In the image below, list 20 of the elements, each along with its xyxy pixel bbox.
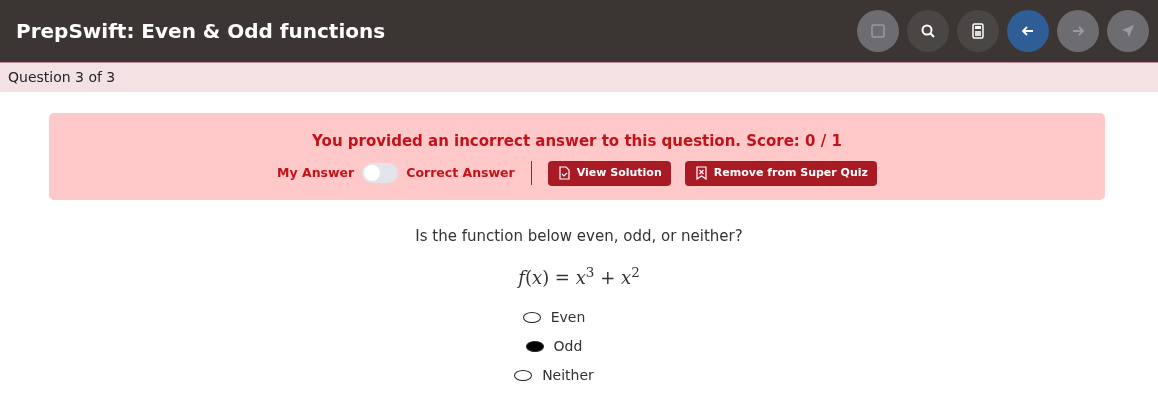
formula: f(x) = x$^{3}$ + x$^{2}$ [518, 266, 640, 288]
option-label: Neither [542, 365, 594, 385]
toggle-label: Correct Answer [406, 163, 515, 182]
document-check-icon [556, 166, 571, 181]
radio-button[interactable] [525, 340, 544, 352]
arrow-left-button[interactable] [1007, 10, 1049, 52]
remove-button[interactable]: Remove from Super Quiz [684, 161, 877, 186]
app-title: PrepSwift: Even & Odd functions [16, 18, 386, 45]
answer-toggle[interactable] [362, 163, 399, 184]
calculator-button[interactable] [957, 10, 999, 52]
feedback-message: You provided an incorrect answer to this question. Score: 0 / 1 [312, 132, 842, 150]
option-label: Even [550, 307, 586, 327]
solution-button[interactable]: View Solution [547, 161, 671, 186]
bookmark-x-icon [693, 166, 708, 181]
search-button[interactable] [907, 10, 949, 52]
toggle-label: My Answer [277, 163, 355, 182]
question-counter: Question 3 of 3 [8, 68, 116, 87]
option-label: Odd [553, 336, 583, 356]
question-text: Is the function below even, odd, or neither? [415, 226, 743, 245]
stop-icon [868, 21, 888, 41]
